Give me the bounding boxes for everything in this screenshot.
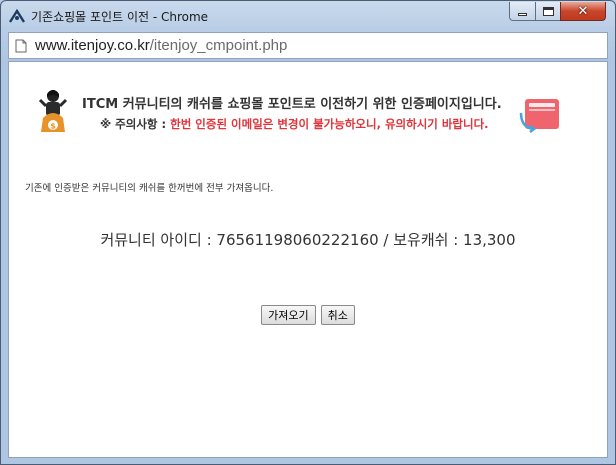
account-info: 커뮤니티 아이디 : 76561198060222160 / 보유캐쉬 : 13…	[100, 231, 516, 249]
minimize-icon	[518, 12, 527, 16]
title-bar[interactable]: 기존쇼핑몰 포인트 이전 - Chrome ✕	[1, 1, 615, 31]
svg-text:$: $	[50, 122, 56, 131]
app-icon	[9, 9, 25, 23]
page-content: $ ITCM 커뮤니티의 캐쉬를 쇼핑몰 포인트로 이전하기 위한 인증페이지입…	[8, 61, 608, 458]
notice-text: 한번 인증된 이메일은 변경이 불가능하오니, 유의하시기 바랍니다.	[170, 117, 489, 131]
window-title: 기존쇼핑몰 포인트 이전 - Chrome	[31, 10, 209, 24]
url-text[interactable]: www.itenjoy.co.kr/itenjoy_cmpoint.php	[35, 37, 287, 54]
maximize-icon	[542, 6, 554, 16]
description-text: 기존에 인증받은 커뮤니티의 캐쉬를 한꺼번에 전부 가져옵니다.	[25, 183, 274, 194]
page-heading: ITCM 커뮤니티의 캐쉬를 쇼핑몰 포인트로 이전하기 위한 인증페이지입니다…	[82, 97, 502, 112]
url-path: /itenjoy_cmpoint.php	[149, 37, 288, 54]
mascot-icon: $	[38, 90, 68, 132]
minimize-button[interactable]	[509, 2, 536, 21]
notice-label: ※ 주의사항 :	[100, 117, 167, 131]
close-icon: ✕	[577, 3, 589, 19]
action-buttons: 가져오기 취소	[9, 305, 607, 325]
maximize-button[interactable]	[535, 2, 561, 21]
notice: ※ 주의사항 : 한번 인증된 이메일은 변경이 불가능하오니, 유의하시기 바…	[100, 116, 489, 132]
page-icon	[15, 39, 27, 53]
address-bar[interactable]: www.itenjoy.co.kr/itenjoy_cmpoint.php	[8, 32, 608, 59]
close-button[interactable]: ✕	[560, 2, 606, 21]
url-host: www.itenjoy.co.kr	[35, 37, 150, 54]
browser-window: 기존쇼핑몰 포인트 이전 - Chrome ✕ www.itenjoy.co.k…	[0, 0, 616, 465]
fetch-button[interactable]: 가져오기	[261, 305, 316, 325]
cancel-button[interactable]: 취소	[320, 305, 355, 325]
wallet-icon	[519, 99, 559, 133]
